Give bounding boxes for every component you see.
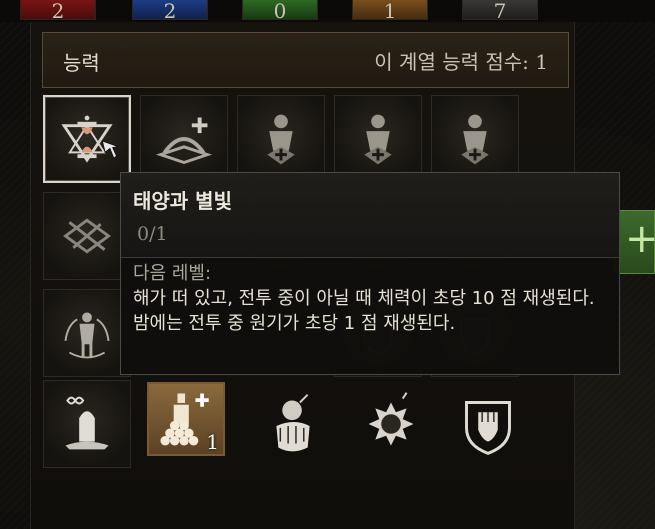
knight-medic-icon — [364, 114, 392, 165]
tooltip-level: 0/1 — [137, 223, 168, 245]
crossbow-icon — [63, 218, 111, 254]
skill-figure-arrows[interactable] — [43, 289, 131, 377]
figure-arrows-icon — [64, 312, 110, 359]
resource-bar: 2 2 0 1 7 — [0, 0, 655, 22]
skill-sun-and-stars[interactable] — [43, 95, 131, 183]
blue-points-counter: 2 — [132, 0, 208, 22]
skill-knight-medic-2[interactable] — [334, 95, 422, 183]
tooltip-body: 다음 레벨: 해가 떠 있고, 전투 중이 아닐 때 체력이 초당 10 점 재… — [133, 261, 613, 336]
skill-level-badge: 1 — [206, 430, 219, 454]
infinity-tombstone-icon — [65, 396, 109, 450]
sun-and-stars-icon — [61, 115, 119, 163]
skill-crossbow[interactable] — [43, 192, 131, 280]
skill-knight-medic-1[interactable] — [237, 95, 325, 183]
skill-arch-plus[interactable] — [140, 95, 228, 183]
bomb-hand-icon — [276, 393, 310, 452]
panel-header: 능력 이 계열 능력 점수: 1 — [42, 32, 569, 88]
tooltip-description: 해가 떠 있고, 전투 중이 아닐 때 체력이 초당 10 점 재생된다. 밤에… — [133, 288, 595, 334]
page-title: 능력 — [63, 51, 100, 75]
tree-score-label: 이 계열 능력 점수: 1 — [374, 50, 548, 74]
red-points-counter: 2 — [20, 0, 96, 22]
arch-plus-icon — [155, 117, 213, 164]
fist-shield-icon — [465, 401, 511, 455]
green-points-counter: 0 — [242, 0, 318, 22]
bomb-explosion-icon — [368, 392, 414, 446]
knight-medic-icon — [267, 114, 295, 165]
knight-medic-icon — [461, 114, 489, 165]
plus-icon: + — [625, 216, 655, 262]
skill-bomb-explosion[interactable] — [347, 380, 435, 468]
skill-bottle-coins[interactable]: 1 — [147, 382, 225, 456]
side-add-button[interactable]: + — [614, 210, 655, 274]
skill-fist-shield[interactable] — [444, 380, 532, 468]
skill-knight-medic-3[interactable] — [431, 95, 519, 183]
orange-points-counter: 1 — [352, 0, 428, 22]
tooltip-header: 태양과 별빛 0/1 — [121, 173, 619, 258]
skill-tooltip: 태양과 별빛 0/1 다음 레벨: 해가 떠 있고, 전투 중이 아닐 때 체력… — [120, 172, 620, 375]
next-level-label: 다음 레벨: — [133, 263, 212, 284]
skill-infinity-tombstone[interactable] — [43, 380, 131, 468]
skill-bomb-hand[interactable] — [250, 380, 338, 468]
tooltip-title: 태양과 별빛 — [133, 189, 232, 213]
gray-points-counter: 7 — [462, 0, 538, 22]
